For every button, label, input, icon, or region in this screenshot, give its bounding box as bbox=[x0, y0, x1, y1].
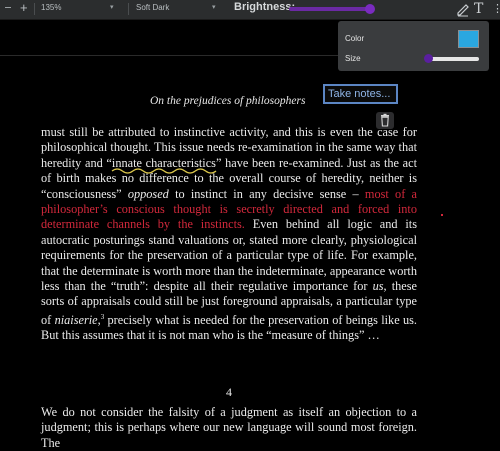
color-label: Color bbox=[345, 34, 365, 43]
emphasis: niaiserie bbox=[54, 312, 98, 327]
zoom-out-button[interactable] bbox=[5, 7, 11, 8]
body-paragraph: must still be attributed to instinctive … bbox=[41, 125, 417, 343]
brightness-slider-thumb[interactable] bbox=[365, 4, 375, 14]
take-notes-input[interactable]: Take notes... bbox=[323, 84, 398, 104]
pen-icon[interactable] bbox=[455, 1, 471, 17]
highlight-style-popover: Color Size bbox=[338, 21, 489, 71]
section-number: 4 bbox=[226, 385, 232, 399]
size-slider-thumb[interactable] bbox=[424, 54, 433, 63]
size-label: Size bbox=[345, 54, 361, 63]
underlined-highlight[interactable]: innate characteristics bbox=[111, 156, 217, 174]
zoom-in-button[interactable]: + bbox=[20, 1, 28, 15]
emphasis: us bbox=[372, 279, 384, 294]
running-head: On the prejudices of philosophers bbox=[150, 95, 306, 107]
brightness-slider[interactable] bbox=[289, 7, 369, 11]
toolbar-divider bbox=[128, 3, 129, 15]
more-icon[interactable]: ⋮ bbox=[492, 1, 500, 17]
squiggle-underline-icon bbox=[111, 168, 217, 174]
text-tool-icon[interactable]: T bbox=[474, 1, 483, 17]
text-run: precisely what is needed for the preserv… bbox=[41, 312, 417, 343]
body-paragraph: We do not consider the falsity of a judg… bbox=[41, 405, 417, 450]
chevron-down-icon[interactable]: ▾ bbox=[110, 3, 114, 11]
emphasis: opposed bbox=[127, 186, 169, 201]
zoom-select[interactable]: 135% bbox=[41, 3, 61, 12]
size-slider[interactable] bbox=[426, 57, 479, 61]
text-run: to instinct in any decisive sense – bbox=[168, 186, 365, 201]
reader-toolbar: + 135% ▾ Soft Dark ▾ Brightness: T ⋮ bbox=[0, 0, 500, 20]
chevron-down-icon[interactable]: ▾ bbox=[212, 3, 216, 11]
take-notes-placeholder: Take notes... bbox=[328, 88, 391, 100]
theme-select[interactable]: Soft Dark bbox=[136, 3, 169, 12]
color-swatch[interactable] bbox=[458, 30, 479, 48]
annotation-marker[interactable] bbox=[441, 214, 443, 216]
brightness-label: Brightness: bbox=[234, 1, 296, 13]
toolbar-divider bbox=[34, 3, 35, 15]
